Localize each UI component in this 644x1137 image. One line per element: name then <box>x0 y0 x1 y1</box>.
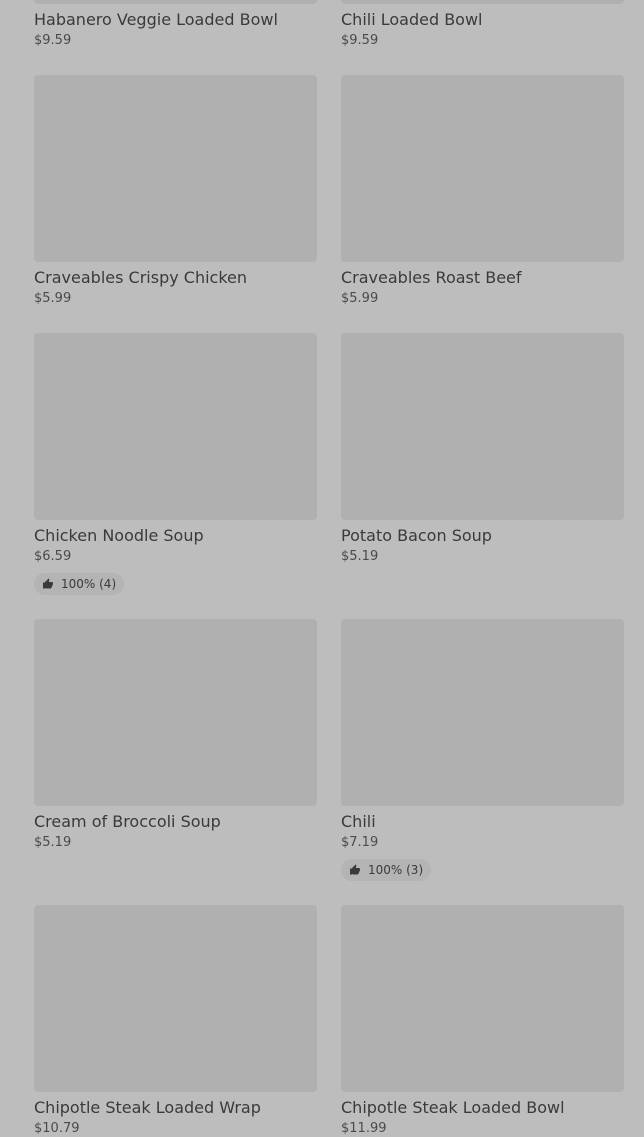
menu-item-name: Craveables Crispy Chicken <box>34 268 248 287</box>
menu-item-price: $5.19 <box>34 835 72 850</box>
menu-item-card[interactable]: Craveables Roast Beef $5.99 <box>341 75 624 307</box>
menu-item-price: $6.59 <box>34 549 72 564</box>
menu-item-name: Chili <box>341 812 376 831</box>
menu-item-name: Chipotle Steak Loaded Bowl <box>341 1098 565 1117</box>
menu-item-price: $10.79 <box>34 1121 80 1136</box>
menu-item-image <box>341 0 624 4</box>
menu-item-image <box>34 333 317 520</box>
thumbs-up-icon <box>43 578 53 589</box>
menu-item-price: $5.99 <box>341 291 379 306</box>
menu-item-image <box>341 333 624 520</box>
menu-item-card[interactable]: Cream of Broccoli Soup $5.19 <box>34 619 317 851</box>
menu-item-image <box>341 619 624 806</box>
menu-item-name: Cream of Broccoli Soup <box>34 812 221 831</box>
menu-item-card[interactable]: Chipotle Steak Loaded Wrap $10.79 <box>34 905 317 1137</box>
menu-item-image <box>34 0 317 4</box>
rating-text: 100% (3) <box>368 863 424 877</box>
rating-text: 100% (4) <box>61 577 117 591</box>
menu-item-price: $5.19 <box>341 549 379 564</box>
menu-item-image <box>34 905 317 1092</box>
rating-badge: 100% (4) <box>34 573 125 595</box>
menu-item-price: $9.59 <box>34 33 72 48</box>
menu-item-name: Habanero Veggie Loaded Bowl <box>34 10 278 29</box>
menu-item-card[interactable]: Chili $7.19 100% (3) <box>341 619 624 881</box>
menu-item-price: $5.99 <box>34 291 72 306</box>
menu-item-name: Chicken Noodle Soup <box>34 526 204 545</box>
menu-item-card[interactable]: Chipotle Steak Loaded Bowl $11.99 <box>341 905 624 1137</box>
menu-item-card[interactable]: Habanero Veggie Loaded Bowl $9.59 <box>34 0 317 49</box>
menu-item-image <box>34 75 317 262</box>
menu-item-price: $7.19 <box>341 835 379 850</box>
menu-item-price: $11.99 <box>341 1121 387 1136</box>
menu-item-name: Potato Bacon Soup <box>341 526 492 545</box>
menu-item-image <box>341 75 624 262</box>
menu-item-card[interactable]: Craveables Crispy Chicken $5.99 <box>34 75 317 307</box>
menu-item-price: $9.59 <box>341 33 379 48</box>
menu-item-card[interactable]: Chili Loaded Bowl $9.59 <box>341 0 624 49</box>
menu-item-name: Chipotle Steak Loaded Wrap <box>34 1098 261 1117</box>
menu-item-card[interactable]: Chicken Noodle Soup $6.59 100% (4) <box>34 333 317 595</box>
menu-item-card[interactable]: Potato Bacon Soup $5.19 <box>341 333 624 565</box>
thumbs-up-icon <box>350 864 360 875</box>
menu-item-name: Chili Loaded Bowl <box>341 10 483 29</box>
menu-item-name: Craveables Roast Beef <box>341 268 522 287</box>
rating-badge: 100% (3) <box>341 859 432 881</box>
menu-item-image <box>341 905 624 1092</box>
menu-item-image <box>34 619 317 806</box>
